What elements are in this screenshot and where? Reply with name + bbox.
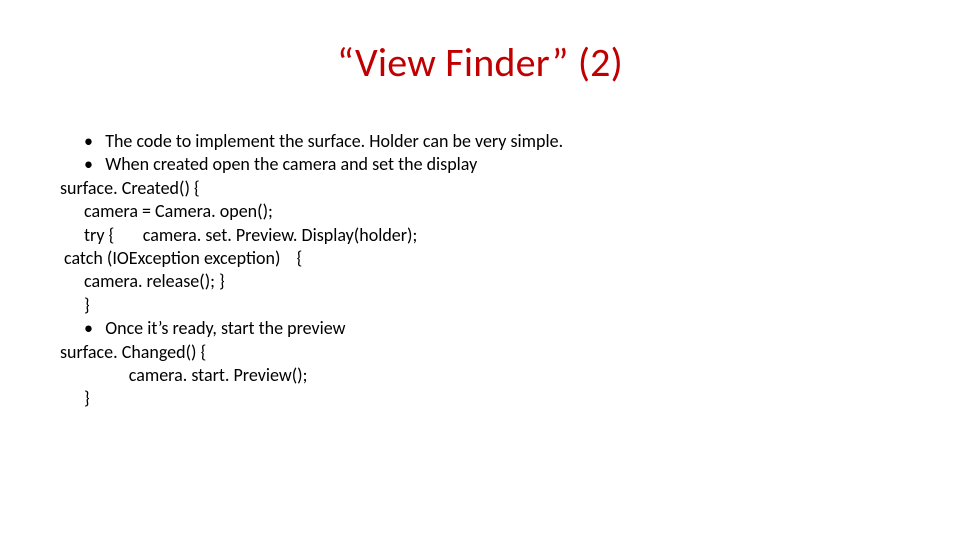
- code-line: }: [60, 387, 900, 410]
- code-line: }: [60, 294, 900, 317]
- code-line: surface. Changed() {: [60, 341, 900, 364]
- code-line: camera. start. Preview();: [60, 364, 900, 387]
- bullet-item: Once it’s ready, start the preview: [60, 317, 900, 340]
- code-line: catch (IOException exception) {: [60, 247, 900, 270]
- code-line: try { camera. set. Preview. Display(hold…: [60, 224, 900, 247]
- slide-title: “View Finder” (2): [0, 38, 960, 87]
- bullet-item: When created open the camera and set the…: [60, 153, 900, 176]
- code-line: surface. Created() {: [60, 177, 900, 200]
- slide-body: The code to implement the surface. Holde…: [60, 130, 900, 411]
- code-line: camera = Camera. open();: [60, 200, 900, 223]
- bullet-item: The code to implement the surface. Holde…: [60, 130, 900, 153]
- code-line: camera. release(); }: [60, 270, 900, 293]
- slide: “View Finder” (2) The code to implement …: [0, 0, 960, 540]
